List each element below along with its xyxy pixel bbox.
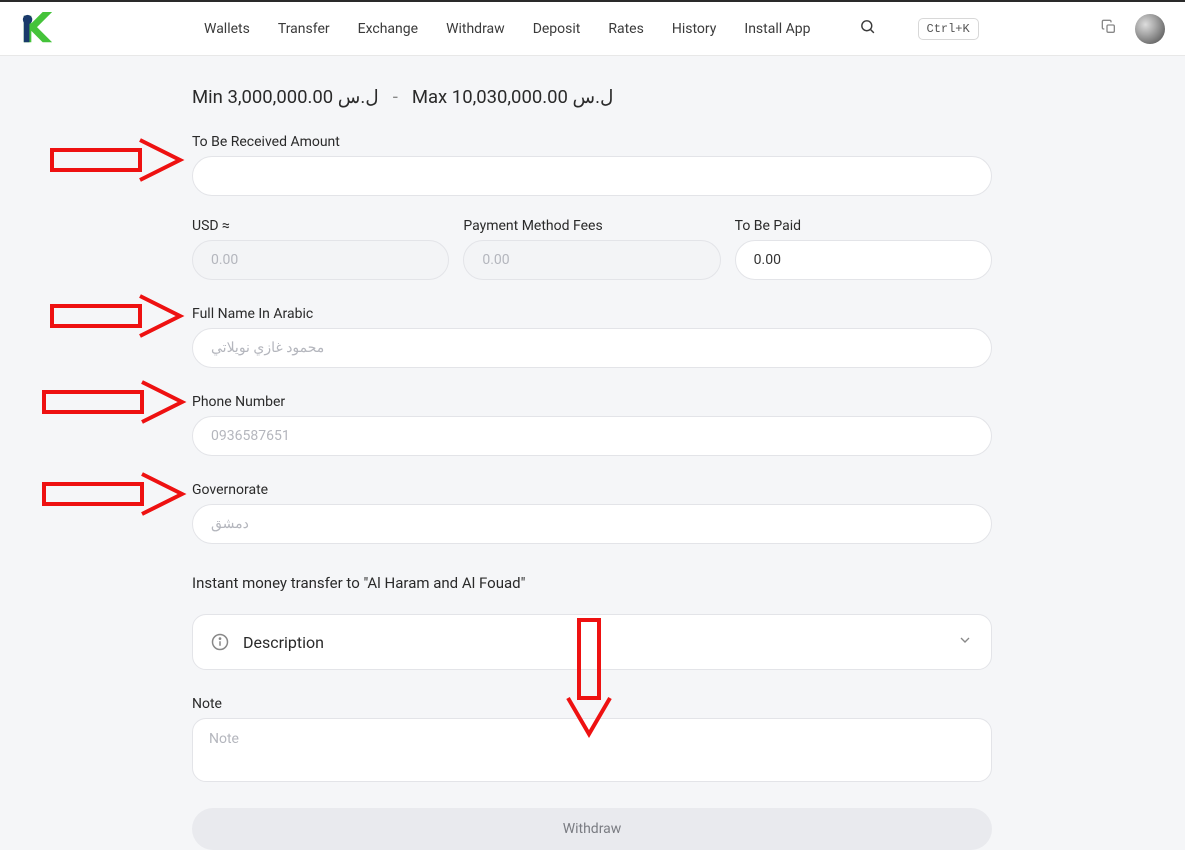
copy-icon[interactable] (1101, 19, 1117, 39)
fees-label: Payment Method Fees (463, 218, 720, 234)
annotation-arrow-3 (42, 378, 192, 428)
info-icon (211, 633, 229, 651)
governorate-label: Governorate (192, 482, 992, 498)
max-limit: Max 10,030,000.00 ل.س (412, 86, 614, 108)
annotation-arrow-2 (50, 292, 190, 342)
annotation-arrow-4 (42, 470, 192, 520)
phone-label: Phone Number (192, 394, 992, 410)
note-input[interactable] (192, 718, 992, 782)
search-icon[interactable] (859, 18, 876, 39)
withdraw-form: Min 3,000,000.00 ل.س - Max 10,030,000.00… (192, 86, 992, 850)
avatar[interactable] (1135, 14, 1165, 44)
fullname-label: Full Name In Arabic (192, 306, 992, 322)
nav-wallets[interactable]: Wallets (204, 21, 250, 37)
nav-install-app[interactable]: Install App (744, 21, 810, 37)
main-nav: Wallets Transfer Exchange Withdraw Depos… (204, 18, 979, 40)
fees-input (463, 240, 720, 280)
nav-rates[interactable]: Rates (608, 21, 643, 37)
fullname-input[interactable] (192, 328, 992, 368)
amount-limits: Min 3,000,000.00 ل.س - Max 10,030,000.00… (192, 86, 992, 108)
annotation-arrow-1 (50, 136, 190, 186)
topbar: Wallets Transfer Exchange Withdraw Depos… (0, 0, 1185, 56)
phone-input[interactable] (192, 416, 992, 456)
limits-separator: - (393, 86, 398, 108)
withdraw-button[interactable]: Withdraw (192, 808, 992, 850)
description-accordion[interactable]: Description (192, 614, 992, 670)
governorate-input[interactable] (192, 504, 992, 544)
nav-transfer[interactable]: Transfer (278, 21, 330, 37)
nav-history[interactable]: History (672, 21, 717, 37)
nav-withdraw[interactable]: Withdraw (446, 21, 505, 37)
chevron-down-icon (957, 632, 973, 652)
min-limit: Min 3,000,000.00 ل.س (192, 86, 379, 108)
page-body: Min 3,000,000.00 ل.س - Max 10,030,000.00… (0, 56, 1185, 850)
usd-label: USD ≈ (192, 218, 449, 234)
paid-input[interactable] (735, 240, 992, 280)
amount-breakdown-row: USD ≈ Payment Method Fees To Be Paid (192, 218, 992, 280)
paid-label: To Be Paid (735, 218, 992, 234)
transfer-info: Instant money transfer to "Al Haram and … (192, 574, 992, 592)
usd-input (192, 240, 449, 280)
received-amount-label: To Be Received Amount (192, 134, 992, 150)
shortcut-badge: Ctrl+K (918, 18, 979, 40)
received-amount-input[interactable] (192, 156, 992, 196)
nav-deposit[interactable]: Deposit (533, 21, 581, 37)
topbar-right (1101, 14, 1165, 44)
note-label: Note (192, 696, 992, 712)
accordion-label: Description (243, 633, 324, 652)
app-logo[interactable] (20, 12, 54, 46)
nav-exchange[interactable]: Exchange (358, 21, 418, 37)
